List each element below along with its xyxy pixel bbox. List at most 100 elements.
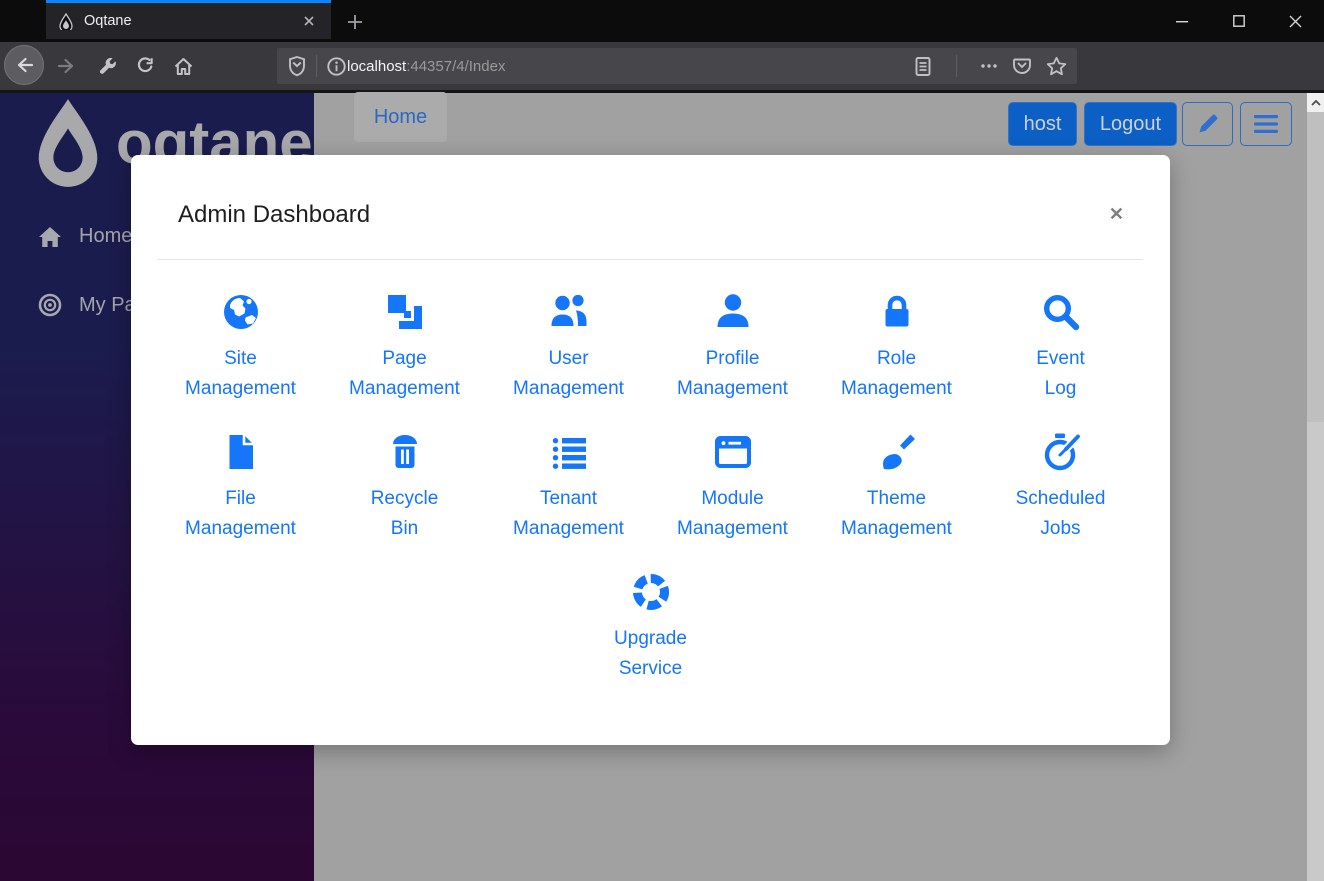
tile-label-line2: Service — [619, 654, 682, 684]
page-menu-button[interactable] — [1240, 102, 1292, 146]
tile-label-line2: Management — [841, 374, 952, 404]
modal-title: Admin Dashboard — [178, 201, 370, 228]
tile-label-line2: Management — [349, 374, 460, 404]
tile-label-line1: Theme — [867, 484, 926, 514]
close-window-button[interactable] — [1267, 0, 1324, 42]
wrench-icon[interactable] — [96, 55, 118, 77]
sidebar-item-label: Home — [79, 225, 132, 248]
pencil-icon — [1196, 112, 1220, 136]
tile-label-line2: Management — [185, 514, 296, 544]
browser-navbar: localhost:44357/4/Index — [0, 42, 1324, 90]
tile-label-line2: Bin — [391, 514, 418, 544]
admin-tile-file-management[interactable]: FileManagement — [159, 432, 323, 544]
person-icon — [713, 292, 753, 332]
oqtane-favicon-icon — [58, 13, 74, 30]
urlbar-divider — [956, 55, 957, 77]
forward-button[interactable] — [56, 55, 78, 77]
host-button-label: host — [1024, 113, 1062, 136]
admin-tile-event-log[interactable]: EventLog — [979, 292, 1143, 404]
tile-label-line1: Scheduled — [1016, 484, 1106, 514]
tiles-row: FileManagementRecycleBinTenantManagement… — [158, 432, 1143, 544]
url-bar[interactable]: localhost:44357/4/Index — [277, 48, 1077, 84]
admin-tile-recycle-bin[interactable]: RecycleBin — [323, 432, 487, 544]
edit-mode-button[interactable] — [1182, 102, 1233, 146]
tile-label-line2: Management — [513, 514, 624, 544]
timer-icon — [1041, 432, 1081, 472]
page-nav-home-label: Home — [374, 106, 427, 129]
file-icon — [221, 432, 261, 472]
tiles-row: UpgradeService — [158, 572, 1143, 684]
tiles-row: SiteManagementPageManagementUserManageme… — [158, 292, 1143, 404]
tile-label-line1: Upgrade — [614, 624, 687, 654]
logout-button[interactable]: Logout — [1084, 102, 1177, 146]
tile-label-line2: Management — [841, 514, 952, 544]
people-icon — [549, 292, 589, 332]
admin-tile-upgrade-service[interactable]: UpgradeService — [569, 572, 733, 684]
tile-label-line1: Page — [382, 344, 426, 374]
host-user-button[interactable]: host — [1008, 102, 1077, 146]
lock-icon — [877, 292, 917, 332]
new-tab-button[interactable] — [340, 8, 370, 36]
target-icon — [38, 293, 62, 317]
url-path: :44357/4/Index — [406, 58, 505, 75]
tile-label-line1: File — [225, 484, 256, 514]
admin-tiles-grid: SiteManagementPageManagementUserManageme… — [131, 260, 1170, 684]
tile-label-line2: Log — [1045, 374, 1077, 404]
browser-window: Oqtane — [0, 0, 1324, 881]
tile-label-line1: Site — [224, 344, 257, 374]
scrollbar-thumb[interactable] — [1307, 112, 1324, 422]
tab-title: Oqtane — [84, 13, 299, 29]
back-button[interactable] — [4, 45, 44, 85]
browser-icon — [713, 432, 753, 472]
admin-tile-user-management[interactable]: UserManagement — [487, 292, 651, 404]
window-controls — [1153, 0, 1324, 42]
brush-icon — [877, 432, 917, 472]
tracking-shield-icon[interactable] — [287, 55, 307, 77]
tile-label-line1: User — [548, 344, 588, 374]
reader-view-icon[interactable] — [913, 56, 933, 77]
tab-close-icon[interactable] — [299, 13, 319, 29]
admin-tile-page-management[interactable]: PageManagement — [323, 292, 487, 404]
refresh-button[interactable] — [134, 55, 156, 77]
admin-tile-module-management[interactable]: ModuleManagement — [651, 432, 815, 544]
page-nav-home[interactable]: Home — [354, 92, 447, 142]
tile-label-line2: Jobs — [1040, 514, 1080, 544]
admin-tile-profile-management[interactable]: ProfileManagement — [651, 292, 815, 404]
sidebar-item-home[interactable]: Home — [38, 225, 132, 248]
magnifying-glass-icon — [1041, 292, 1081, 332]
close-icon[interactable]: ✕ — [1109, 205, 1124, 223]
url-host: localhost — [347, 58, 406, 75]
tile-label-line2: Management — [677, 374, 788, 404]
admin-tile-theme-management[interactable]: ThemeManagement — [815, 432, 979, 544]
admin-tile-tenant-management[interactable]: TenantManagement — [487, 432, 651, 544]
globe-icon — [221, 292, 261, 332]
bookmark-star-icon[interactable] — [1046, 56, 1067, 76]
admin-tile-scheduled-jobs[interactable]: ScheduledJobs — [979, 432, 1143, 544]
scroll-up-icon[interactable] — [1307, 93, 1324, 112]
tile-label-line1: Profile — [706, 344, 760, 374]
trash-icon — [385, 432, 425, 472]
web-page: oqtane Home My Page Home host Logout — [0, 90, 1324, 881]
admin-tile-site-management[interactable]: SiteManagement — [159, 292, 323, 404]
aperture-icon — [631, 572, 671, 612]
vertical-scrollbar[interactable] — [1307, 93, 1324, 881]
list-icon — [549, 432, 589, 472]
tile-label-line1: Module — [701, 484, 763, 514]
tile-label-line2: Management — [677, 514, 788, 544]
minimize-button[interactable] — [1153, 0, 1210, 42]
browser-tab-oqtane[interactable]: Oqtane — [46, 0, 331, 39]
admin-tile-role-management[interactable]: RoleManagement — [815, 292, 979, 404]
browser-titlebar: Oqtane — [0, 0, 1324, 42]
tile-label-line1: Tenant — [540, 484, 597, 514]
pocket-icon[interactable] — [1012, 57, 1032, 76]
modal-header: Admin Dashboard ✕ — [131, 155, 1170, 229]
admin-dashboard-modal: Admin Dashboard ✕ SiteManagementPageMana… — [131, 155, 1170, 745]
logout-button-label: Logout — [1100, 113, 1161, 136]
tile-label-line1: Event — [1036, 344, 1085, 374]
tile-label-line1: Recycle — [371, 484, 439, 514]
maximize-button[interactable] — [1210, 0, 1267, 42]
page-actions-icon[interactable] — [980, 63, 998, 69]
home-button[interactable] — [172, 55, 194, 77]
site-info-icon[interactable] — [326, 56, 347, 77]
home-icon — [38, 226, 62, 248]
